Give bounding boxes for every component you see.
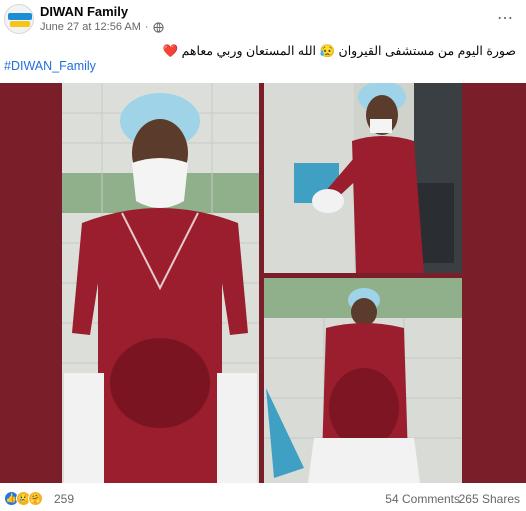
page-name[interactable]: DIWAN Family — [40, 4, 128, 19]
page-logo-icon — [8, 13, 32, 20]
more-options-icon[interactable]: ⋯ — [497, 8, 514, 28]
post-timestamp[interactable]: June 27 at 12:56 AM — [40, 21, 141, 33]
page-avatar[interactable] — [4, 4, 34, 34]
photo-removing-gloves[interactable] — [264, 83, 462, 273]
shares-count-link[interactable]: 265 Shares — [459, 492, 520, 506]
care-icon: 🤗 — [28, 491, 43, 506]
reaction-icons[interactable]: 👍 😢 🤗 — [4, 491, 43, 506]
post-footer: 👍 😢 🤗 259 54 Comments 265 Shares — [0, 483, 526, 511]
page-logo-band — [10, 21, 30, 27]
post-meta: June 27 at 12:56 AM · — [40, 21, 164, 33]
post-caption: صورة اليوم من مستشفى القيروان 😥 الله الم… — [162, 44, 516, 58]
photo-worker-from-behind[interactable] — [264, 278, 462, 483]
post-header: DIWAN Family June 27 at 12:56 AM · ⋯ — [0, 0, 526, 40]
photo-standing-worker[interactable] — [62, 83, 259, 483]
photo-collage[interactable] — [0, 83, 526, 483]
meta-separator: · — [144, 21, 149, 33]
comments-count-link[interactable]: 54 Comments — [385, 492, 460, 506]
reaction-count[interactable]: 259 — [54, 492, 74, 506]
hashtag-link[interactable]: #DIWAN_Family — [4, 59, 96, 73]
globe-icon[interactable] — [152, 21, 164, 33]
